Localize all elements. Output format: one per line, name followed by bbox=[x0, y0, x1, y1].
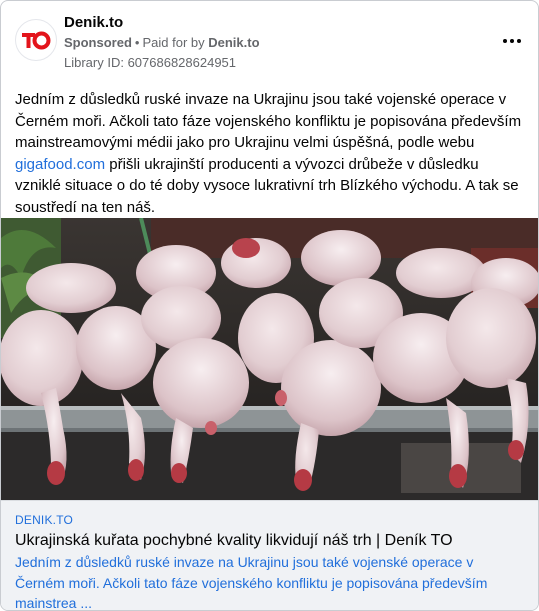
library-id: Library ID: 607686828624951 bbox=[64, 55, 237, 70]
more-dot-icon bbox=[517, 39, 521, 43]
more-dot-icon bbox=[510, 39, 514, 43]
page-name[interactable]: Denik.to bbox=[64, 14, 123, 31]
denik-to-logo-icon bbox=[22, 31, 51, 50]
post-image[interactable] bbox=[1, 218, 538, 500]
sponsored-post-card: Denik.to Sponsored • Paid for by Denik.to … bbox=[0, 0, 539, 611]
body-link-gigafood[interactable]: gigafood.com bbox=[15, 156, 105, 173]
paid-for-page[interactable]: Denik.to bbox=[208, 35, 259, 50]
body-text-part1: Jedním z důsledků ruské invaze na Ukraji… bbox=[15, 91, 522, 151]
separator-dot: • bbox=[134, 35, 140, 50]
more-dot-icon bbox=[503, 39, 507, 43]
post-header: Denik.to Sponsored • Paid for by Denik.to … bbox=[13, 11, 526, 71]
link-description[interactable]: Jedním z důsledků ruské invaze na Ukraji… bbox=[15, 552, 526, 610]
sponsored-label[interactable]: Sponsored bbox=[64, 35, 132, 50]
link-domain[interactable]: DENIK.TO bbox=[15, 513, 526, 527]
page-logo[interactable] bbox=[15, 19, 57, 61]
link-title[interactable]: Ukrajinská kuřata pochybné kvality likvi… bbox=[15, 530, 526, 551]
raw-chickens-photo-icon bbox=[1, 218, 538, 500]
sponsored-meta: Sponsored • Paid for by Denik.to bbox=[64, 35, 260, 50]
link-preview[interactable]: DENIK.TO Ukrajinská kuřata pochybné kval… bbox=[1, 500, 538, 610]
post-body-text: Jedním z důsledků ruské invaze na Ukraji… bbox=[15, 89, 523, 218]
paid-for-label: Paid for by bbox=[142, 35, 205, 50]
more-options-button[interactable] bbox=[498, 31, 526, 51]
